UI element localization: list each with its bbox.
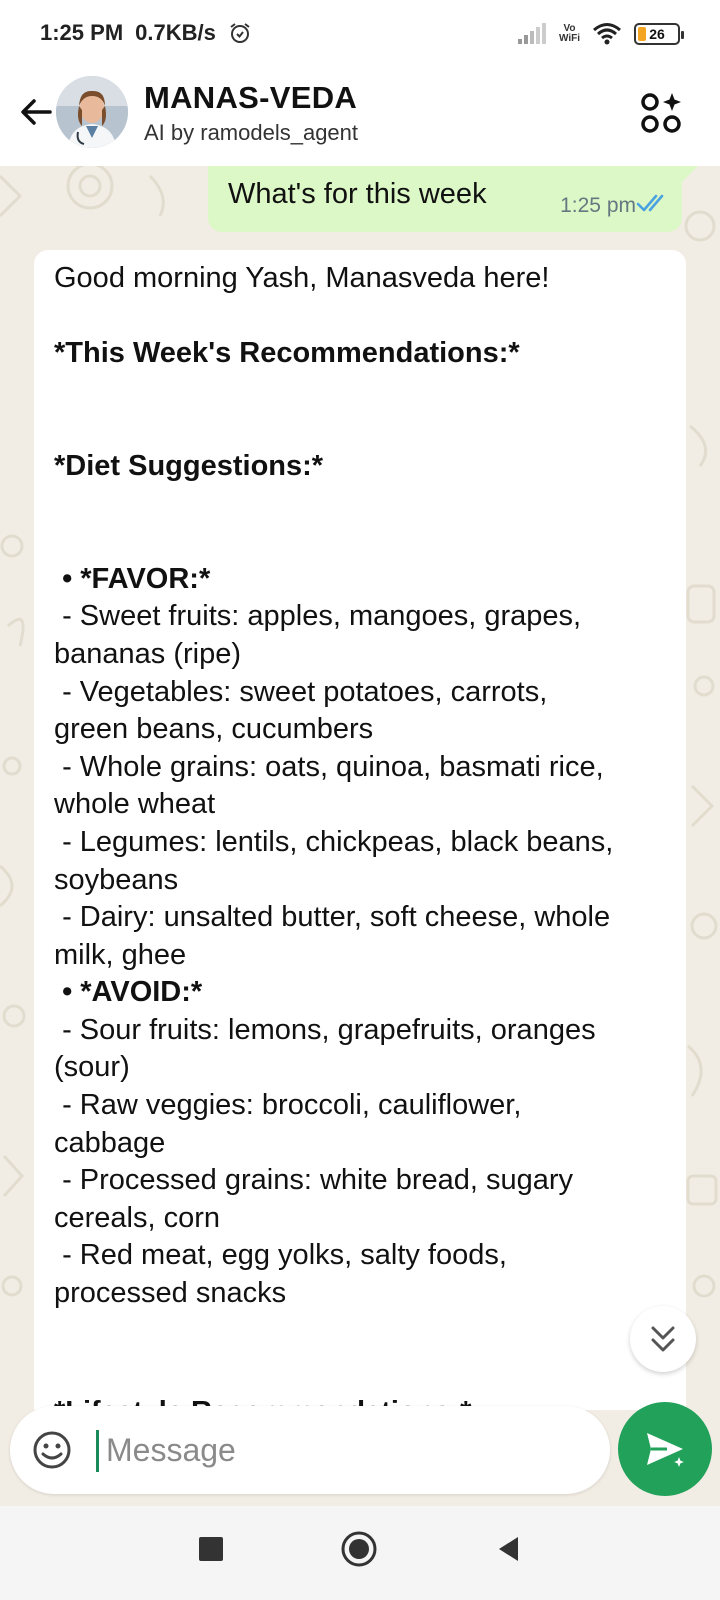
incoming-message[interactable]: Good morning Yash, Manasveda here! *This …	[34, 250, 686, 1410]
status-speed: 0.7KB/s	[135, 20, 216, 45]
battery-fill	[638, 27, 646, 41]
status-time: 1:25 PM	[40, 20, 124, 45]
message-line: - Legumes: lentils, chickpeas, black bea…	[54, 825, 614, 858]
status-right: Vo WiFi 26	[517, 22, 684, 46]
text-cursor	[96, 1430, 99, 1472]
chat-header: MANAS-VEDA AI by ramodels_agent	[0, 68, 720, 166]
message-line: - Sour fruits: lemons, grapefruits, oran…	[54, 1013, 596, 1046]
message-line: - Raw veggies: broccoli, cauliflower,	[54, 1089, 522, 1122]
message-line: bananas (ripe)	[54, 637, 241, 670]
message-line: green beans, cucumbers	[54, 713, 374, 746]
battery-indicator: 26	[634, 23, 684, 45]
back-arrow-icon[interactable]	[16, 92, 56, 132]
message-input[interactable]	[106, 1426, 586, 1474]
message-line: • *AVOID:*	[54, 976, 203, 1009]
message-line	[54, 410, 674, 448]
send-button[interactable]	[618, 1402, 712, 1496]
signal-icon	[517, 23, 546, 44]
message-line: - Vegetables: sweet potatoes, carrots,	[54, 675, 548, 708]
message-line: processed snacks	[54, 1277, 287, 1310]
scroll-to-bottom-button[interactable]	[630, 1306, 696, 1372]
message-line: *Diet Suggestions:*	[54, 449, 324, 482]
status-left: 1:25 PM 0.7KB/s	[40, 20, 252, 46]
battery-level: 26	[649, 26, 665, 42]
status-bar: 1:25 PM 0.7KB/s Vo WiFi 26	[0, 0, 720, 68]
recents-square-icon[interactable]	[196, 1534, 226, 1564]
vowifi-bottom: WiFi	[558, 33, 580, 44]
outgoing-message-text: What's for this week	[228, 178, 487, 210]
vowifi-indicator: Vo WiFi	[559, 24, 580, 44]
message-line: - Sweet fruits: apples, mangoes, grapes,	[54, 600, 582, 633]
message-line: - Red meat, egg yolks, salty foods,	[54, 1239, 507, 1272]
message-line: soybeans	[54, 863, 179, 896]
incoming-message-text: Good morning Yash, Manasveda here! *This …	[54, 260, 674, 1313]
message-composer	[10, 1406, 610, 1494]
message-line: - Whole grains: oats, quinoa, basmati ri…	[54, 750, 604, 783]
message-line	[54, 298, 674, 336]
apps-plus-icon[interactable]	[640, 92, 684, 136]
message-line: whole wheat	[54, 788, 216, 821]
message-line: • *FAVOR:*	[54, 562, 211, 595]
outgoing-message[interactable]: What's for this week 1:25 pm	[208, 166, 698, 232]
chat-area[interactable]: What's for this week 1:25 pm Good mornin…	[0, 166, 720, 1506]
message-line: milk, ghee	[54, 938, 187, 971]
message-line	[54, 486, 674, 524]
outgoing-message-time: 1:25 pm	[560, 194, 636, 217]
avatar[interactable]	[56, 76, 128, 148]
message-line: Good morning Yash, Manasveda here!	[54, 262, 550, 294]
alarm-icon	[230, 23, 250, 43]
message-line: cereals, corn	[54, 1201, 221, 1234]
message-line: (sour)	[54, 1051, 130, 1084]
double-check-icon	[636, 192, 670, 214]
message-line	[54, 523, 674, 561]
system-nav-bar	[0, 1506, 720, 1600]
send-sparkle-icon	[647, 1433, 689, 1472]
message-line: cabbage	[54, 1126, 166, 1159]
message-line: - Processed grains: white bread, sugary	[54, 1164, 574, 1197]
back-triangle-icon[interactable]	[494, 1534, 524, 1564]
contact-name[interactable]: MANAS-VEDA	[144, 80, 357, 116]
message-line	[54, 373, 674, 411]
message-line: *This Week's Recommendations:*	[54, 337, 520, 370]
wifi-icon	[593, 23, 621, 45]
contact-subtitle[interactable]: AI by ramodels_agent	[144, 120, 358, 146]
emoji-icon[interactable]	[32, 1430, 72, 1470]
doctor-avatar-icon	[56, 76, 128, 148]
home-circle-icon[interactable]	[340, 1530, 378, 1568]
message-line: - Dairy: unsalted butter, soft cheese, w…	[54, 901, 611, 934]
chevron-double-down-icon	[651, 1326, 675, 1352]
